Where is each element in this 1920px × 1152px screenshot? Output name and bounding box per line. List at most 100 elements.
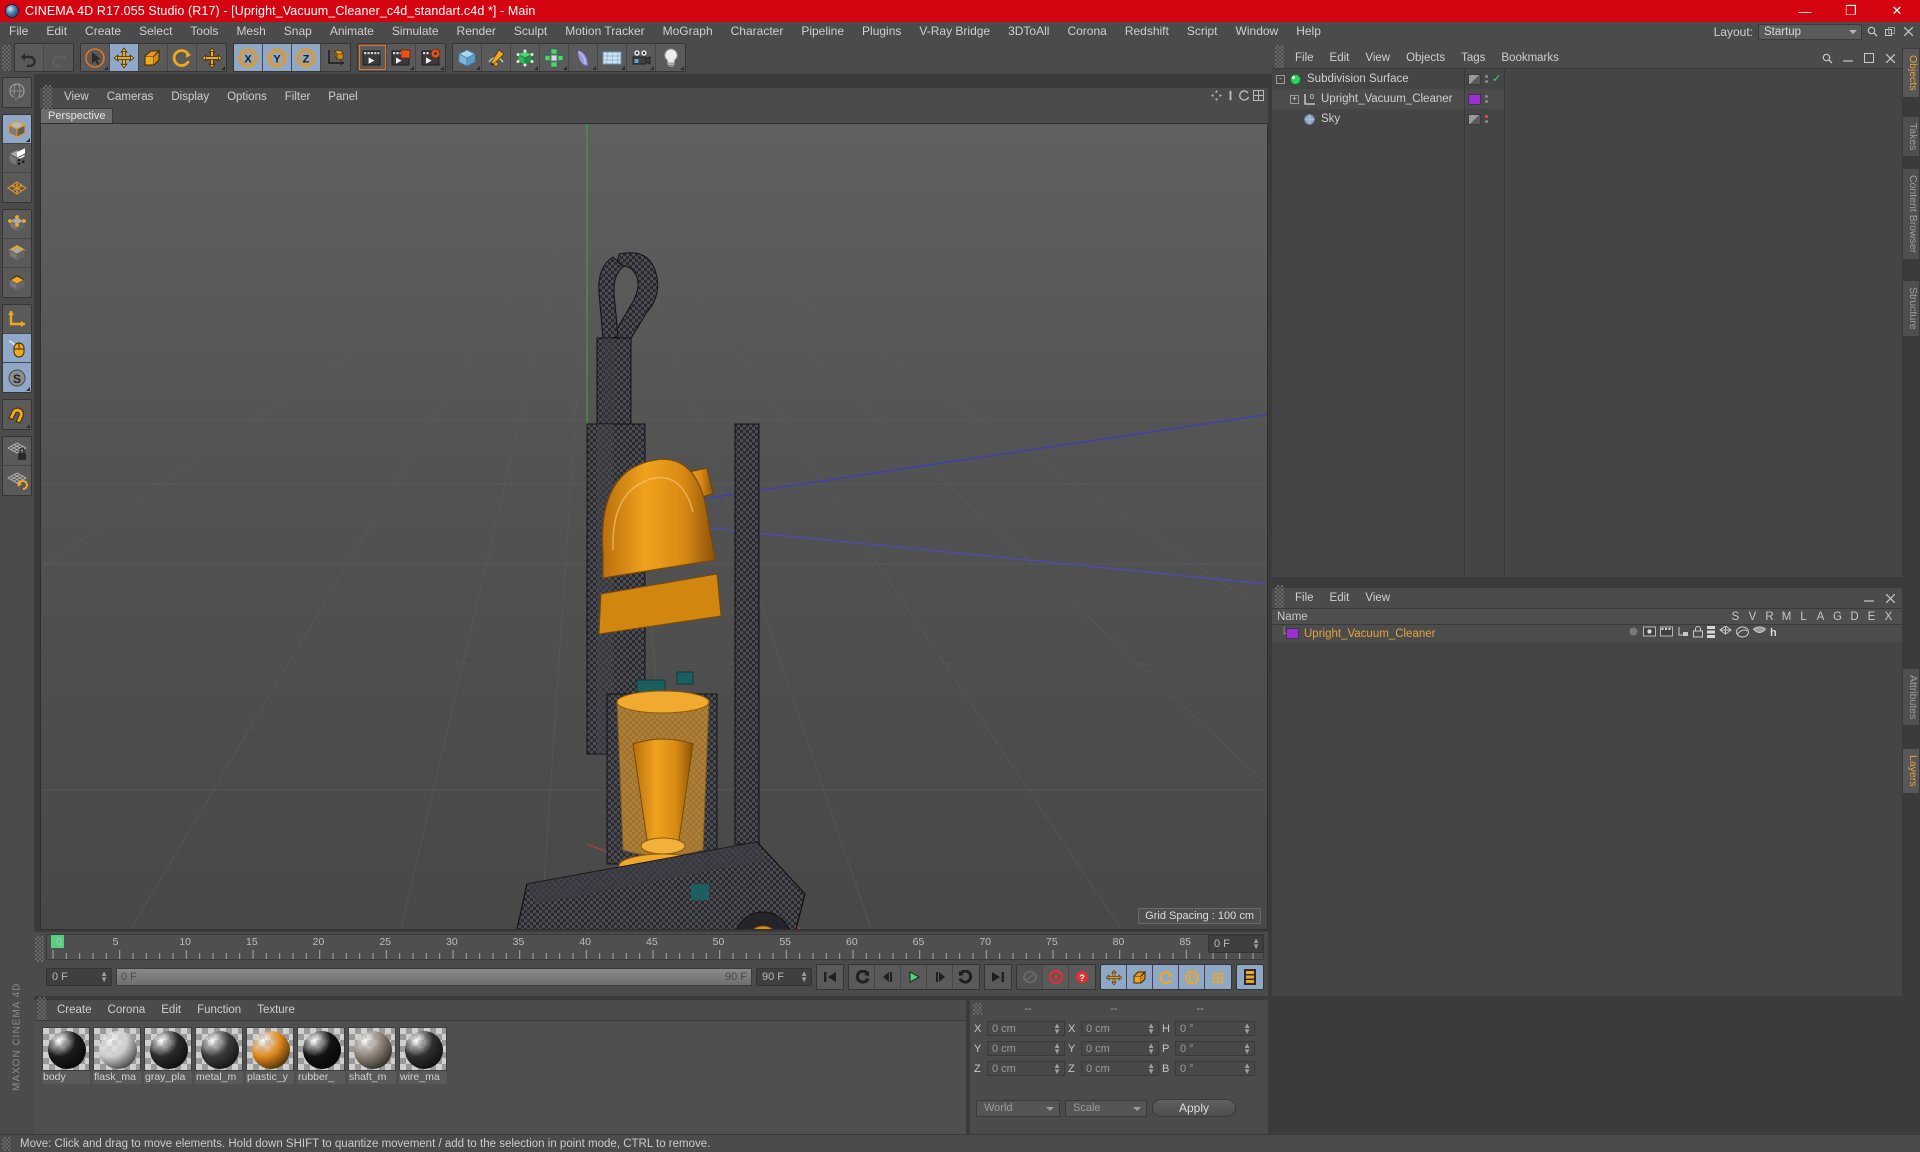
menu-item-animate[interactable]: Animate (321, 22, 383, 41)
menu-item-window[interactable]: Window (1227, 22, 1288, 41)
solo-flag-icon[interactable] (1628, 626, 1639, 641)
timeline-ruler[interactable]: 051015202530354045505560657075808590 (46, 934, 1264, 960)
deformer-flag-icon[interactable] (1736, 626, 1749, 641)
object-manager-menu-file[interactable]: File (1287, 49, 1322, 68)
tree-expander-icon[interactable]: - (1276, 74, 1285, 84)
right-tab-attributes[interactable]: Attributes (1902, 668, 1920, 727)
status-bar-grip[interactable] (2, 1136, 11, 1151)
layout-dropdown[interactable]: Startup (1758, 23, 1862, 40)
redo-button[interactable] (44, 44, 73, 71)
coordinate-manager-grip[interactable] (973, 1003, 982, 1015)
material-thumbnail[interactable] (144, 1027, 192, 1071)
snap-enable-button[interactable]: S (3, 363, 31, 392)
viewport-maximize-icon[interactable] (1253, 90, 1264, 104)
key-pla-button[interactable] (1205, 965, 1231, 989)
material-thumbnail[interactable] (399, 1027, 447, 1071)
rotate-tool-button[interactable] (168, 44, 197, 71)
material-menu-edit[interactable]: Edit (153, 1001, 189, 1020)
object-row[interactable]: - Subdivision Surface (1272, 69, 1464, 89)
material-thumbnail[interactable] (348, 1027, 396, 1071)
viewport-zoom-icon[interactable] (1225, 90, 1236, 104)
workplane-lock-button[interactable] (3, 437, 31, 466)
coordinate-mode-dropdown[interactable]: Scale (1065, 1099, 1147, 1117)
menu-item-mograph[interactable]: MoGraph (654, 22, 722, 41)
link-autokey-button[interactable] (1017, 965, 1043, 989)
viewport-grip[interactable] (43, 84, 52, 111)
visible-flag-icon[interactable] (1643, 626, 1656, 641)
material-item[interactable]: rubber_ (297, 1027, 345, 1134)
add-light-button[interactable] (656, 44, 685, 71)
xpresso-flag-icon[interactable]: һ (1770, 626, 1782, 641)
viewport-menu-view[interactable]: View (55, 88, 98, 107)
visibility-dots-icon[interactable] (1485, 75, 1488, 83)
viewport-menu-display[interactable]: Display (162, 88, 218, 107)
add-camera-button[interactable] (627, 44, 656, 71)
menu-item-motion-tracker[interactable]: Motion Tracker (556, 22, 653, 41)
current-frame-field[interactable]: 0 F ▲ ▼ (46, 968, 112, 986)
panel-close-icon[interactable] (1882, 50, 1898, 66)
menu-item-character[interactable]: Character (722, 22, 793, 41)
step-back-button[interactable] (875, 965, 901, 989)
viewport-menu-filter[interactable]: Filter (276, 88, 320, 107)
animation-flag-icon[interactable] (1707, 626, 1715, 641)
panel-close-icon[interactable] (1900, 24, 1916, 40)
right-tab-content-browser[interactable]: Content Browser (1902, 168, 1920, 261)
render-view-button[interactable] (358, 44, 387, 71)
object-tag-cell[interactable] (1465, 89, 1504, 109)
menu-item-3dtoall[interactable]: 3DToAll (999, 22, 1058, 41)
enabled-check-icon[interactable]: ✓ (1492, 73, 1501, 85)
material-item[interactable]: body (42, 1027, 90, 1134)
panel-minimize-icon[interactable] (1861, 590, 1877, 606)
render-settings-button[interactable] (416, 44, 445, 71)
add-floor-button[interactable] (598, 44, 627, 71)
panel-close-icon[interactable] (1882, 590, 1898, 606)
add-deformer-button[interactable] (569, 44, 598, 71)
workplane-rotate-button[interactable] (3, 466, 31, 495)
step-forward-button[interactable] (927, 965, 953, 989)
menu-item-pipeline[interactable]: Pipeline (792, 22, 853, 41)
viewport-rotate-icon[interactable] (1239, 90, 1250, 104)
generator-flag-icon[interactable] (1719, 625, 1732, 641)
scale-tool-button[interactable] (139, 44, 168, 71)
object-tag-cell[interactable] (1465, 109, 1504, 129)
toolbar-grip[interactable] (2, 44, 11, 71)
visibility-dots-icon[interactable] (1485, 95, 1488, 103)
material-item[interactable]: shaft_m (348, 1027, 396, 1134)
material-item[interactable]: metal_m (195, 1027, 243, 1134)
material-thumbnail[interactable] (297, 1027, 345, 1071)
object-row[interactable]: Sky (1272, 109, 1464, 129)
key-rotation-button[interactable] (1153, 965, 1179, 989)
maximize-button[interactable]: ❐ (1828, 0, 1874, 22)
tree-expander-icon[interactable]: + (1290, 94, 1299, 104)
menu-item-help[interactable]: Help (1287, 22, 1330, 41)
undo-button[interactable] (15, 44, 44, 71)
spinner-icon[interactable]: ▲ ▼ (1053, 1042, 1061, 1056)
position-field-x[interactable]: 0 cm ▲ ▼ (987, 1021, 1065, 1036)
apply-button[interactable]: Apply (1152, 1099, 1236, 1117)
timeline-right-frame-field[interactable]: 0 F ▲ ▼ (1208, 935, 1264, 953)
material-swatch-icon[interactable] (1468, 93, 1481, 105)
search-icon[interactable] (1819, 50, 1835, 66)
magnet-button[interactable] (3, 400, 31, 429)
menu-item-corona[interactable]: Corona (1058, 22, 1115, 41)
select-tool-button[interactable] (81, 44, 110, 71)
coordinate-system-dropdown[interactable]: World (976, 1099, 1060, 1117)
spinner-icon[interactable]: ▲ ▼ (1243, 1062, 1251, 1076)
search-icon[interactable] (1864, 24, 1880, 40)
add-spline-button[interactable] (482, 44, 511, 71)
layer-manager-menu-edit[interactable]: Edit (1322, 589, 1358, 608)
object-row[interactable]: +0 Upright_Vacuum_Cleaner (1272, 89, 1464, 109)
key-scale-button[interactable] (1127, 965, 1153, 989)
timeline-grip[interactable] (35, 936, 44, 962)
size-field-z[interactable]: 0 cm ▲ ▼ (1081, 1061, 1159, 1076)
axis-mode-button[interactable] (3, 305, 31, 334)
viewport-menu-cameras[interactable]: Cameras (98, 88, 163, 107)
material-menu-create[interactable]: Create (49, 1001, 100, 1020)
size-field-x[interactable]: 0 cm ▲ ▼ (1081, 1021, 1159, 1036)
layer-color-swatch[interactable] (1286, 628, 1299, 639)
mouse-tool-button[interactable] (3, 334, 31, 363)
spinner-icon[interactable]: ▲ ▼ (100, 970, 108, 984)
material-item[interactable]: plastic_y (246, 1027, 294, 1134)
menu-item-file[interactable]: File (0, 22, 37, 41)
texture-mode-button[interactable] (3, 144, 31, 173)
